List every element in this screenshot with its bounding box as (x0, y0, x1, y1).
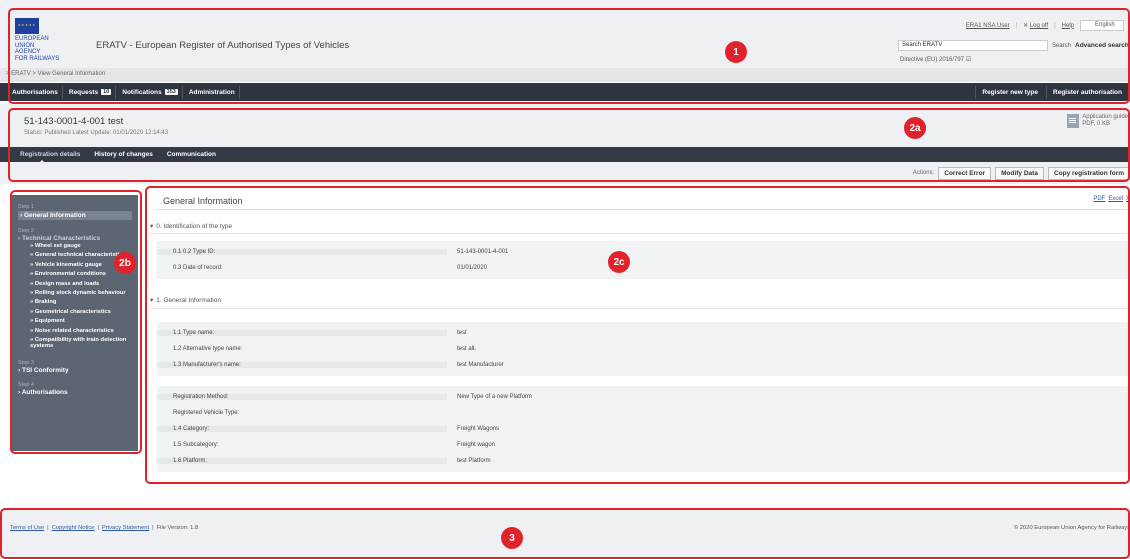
callout-box-record-header (8, 108, 1130, 182)
callout-box-content (145, 186, 1130, 484)
callout-badge-2c: 2c (608, 251, 630, 273)
callout-badge-3: 3 (501, 527, 523, 549)
callout-badge-1: 1 (725, 41, 747, 63)
callout-box-sidebar (10, 190, 142, 454)
callout-box-footer (0, 508, 1130, 559)
callout-badge-2a: 2a (904, 117, 926, 139)
callout-box-header (8, 8, 1130, 104)
callout-badge-2b: 2b (114, 252, 136, 274)
